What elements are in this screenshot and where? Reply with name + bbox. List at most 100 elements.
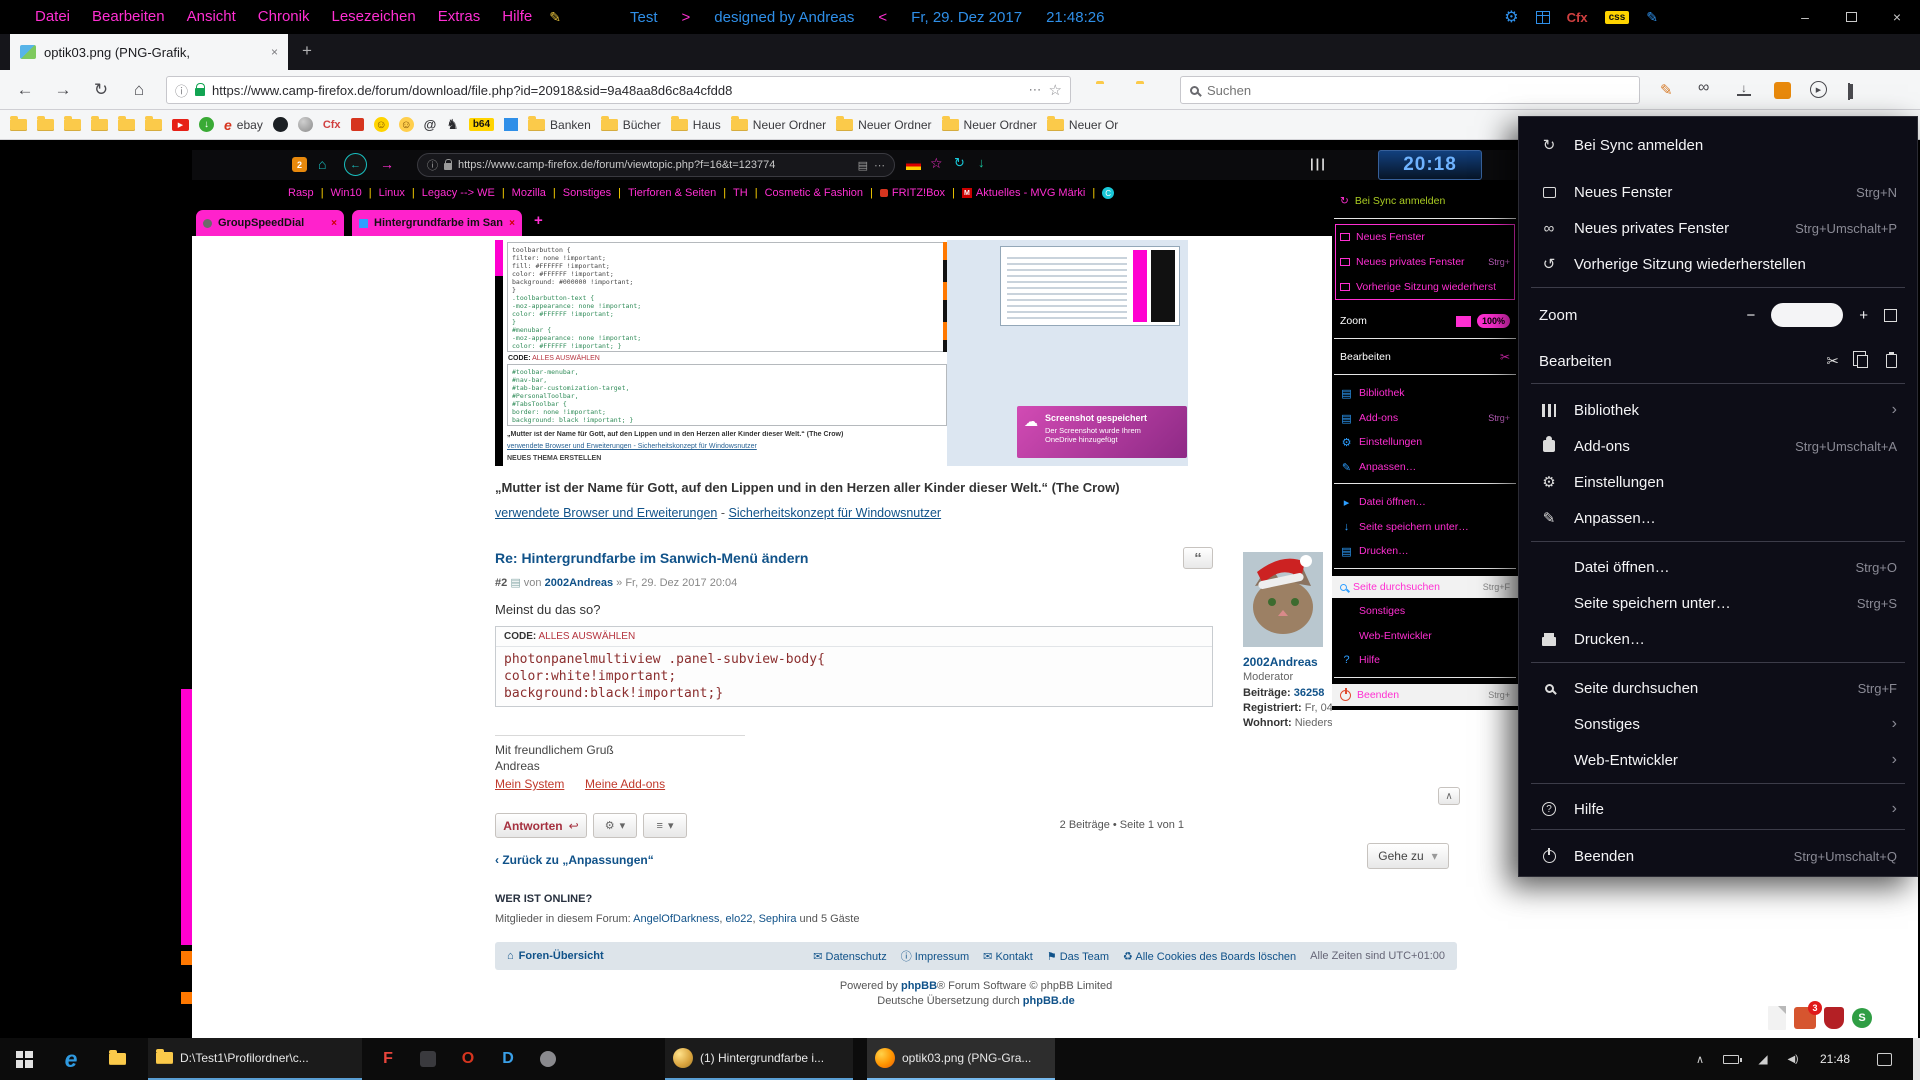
menu-item-addons[interactable]: Add-onsStrg+Umschalt+A: [1519, 428, 1917, 464]
cfx-logo-icon[interactable]: Cfx: [1567, 10, 1588, 25]
scrollbar-button2-icon[interactable]: [181, 992, 192, 1004]
member-link[interactable]: Sephira: [759, 913, 797, 925]
scrollbar-button-icon[interactable]: [181, 951, 192, 965]
bookmark-folder-neuer1[interactable]: Neuer Ordner: [731, 118, 826, 132]
menu-bearbeiten[interactable]: Bearbeiten: [81, 0, 176, 34]
menu-item-restore-session[interactable]: ↺ Vorherige Sitzung wiederherstellen: [1519, 246, 1917, 282]
taskbar-app2-icon[interactable]: [408, 1038, 448, 1080]
url-input[interactable]: [212, 83, 1022, 98]
quote-button[interactable]: “: [1183, 547, 1213, 569]
zoom-in-button[interactable]: +: [1859, 307, 1868, 324]
document-tray-icon[interactable]: [1768, 1006, 1786, 1030]
downloads-icon[interactable]: ↓: [1737, 83, 1751, 96]
smiley2-icon[interactable]: ☺: [399, 117, 414, 132]
menu-item-save-page[interactable]: Seite speichern unter…Strg+S: [1519, 585, 1917, 621]
tab-close-icon[interactable]: ×: [271, 45, 278, 59]
youtube-icon[interactable]: ▶: [172, 119, 189, 131]
menu-item-more[interactable]: Sonstiges›: [1519, 706, 1917, 742]
chess-icon[interactable]: ♞: [446, 116, 459, 133]
goto-dropdown[interactable]: Gehe zu▾: [1367, 843, 1449, 869]
menu-lesezeichen[interactable]: Lesezeichen: [320, 0, 426, 34]
at-icon[interactable]: @: [424, 117, 437, 132]
bookmark-folder-icon[interactable]: [118, 119, 135, 131]
grid-blue-icon[interactable]: [504, 118, 518, 131]
back-icon[interactable]: ←: [10, 80, 40, 100]
menu-item-help[interactable]: ? Hilfe›: [1519, 791, 1917, 827]
menu-item-settings[interactable]: ⚙ Einstellungen: [1519, 464, 1917, 500]
globe-icon[interactable]: [298, 117, 313, 132]
search-input[interactable]: [1207, 83, 1630, 98]
tab-optik03[interactable]: optik03.png (PNG-Grafik, ×: [10, 34, 288, 70]
menu-item-private-window[interactable]: ∞ Neues privates FensterStrg+Umschalt+P: [1519, 210, 1917, 246]
sort-button[interactable]: ≡▾: [643, 813, 687, 838]
minimize-button[interactable]: –: [1782, 0, 1828, 34]
new-tab-button[interactable]: +: [302, 41, 312, 61]
topic-tools-button[interactable]: ⚙▾: [593, 813, 637, 838]
user-posts-count-link[interactable]: 36258: [1294, 687, 1325, 699]
imprint-link[interactable]: ⓘ Impressum: [901, 948, 969, 964]
menu-item-new-window[interactable]: Neues FensterStrg+N: [1519, 174, 1917, 210]
menu-extras[interactable]: Extras: [427, 0, 492, 34]
sync-tabs-icon[interactable]: ∞: [1698, 79, 1709, 97]
edge-icon[interactable]: e: [48, 1038, 94, 1080]
smiley-icon[interactable]: ☺: [374, 117, 389, 132]
gear-icon[interactable]: ⚙: [1504, 7, 1518, 27]
close-button[interactable]: ×: [1874, 0, 1920, 34]
bookmark-folder-icon[interactable]: [37, 119, 54, 131]
bookmark-folder-buecher[interactable]: Bücher: [601, 118, 661, 132]
menu-item-customize[interactable]: ✎ Anpassen…: [1519, 500, 1917, 536]
zoom-level-pill[interactable]: [1771, 303, 1843, 327]
url-bar[interactable]: ⓘ ⋯ ☆: [166, 76, 1071, 104]
bookmark-star-icon[interactable]: ☆: [1049, 81, 1062, 99]
menu-item-library[interactable]: Bibliothek›: [1519, 392, 1917, 428]
bookmark-folder-neuer4[interactable]: Neuer Or: [1047, 118, 1118, 132]
menu-datei[interactable]: Datei: [24, 0, 81, 34]
bookmark-folder-icon[interactable]: [64, 119, 81, 131]
back-to-forum-link[interactable]: ‹ Zurück zu „Anpassungen“: [495, 853, 654, 867]
battery-icon[interactable]: [1716, 1038, 1746, 1080]
sidebar-icon[interactable]: [1848, 83, 1850, 100]
scroll-top-button[interactable]: ∧: [1438, 787, 1460, 805]
reply-button[interactable]: Antworten ↩: [495, 813, 587, 838]
phpbb-link[interactable]: phpBB: [901, 980, 937, 992]
bookmark-folder-neuer2[interactable]: Neuer Ordner: [836, 118, 931, 132]
bookmark-folder-icon[interactable]: [91, 119, 108, 131]
link-security-concept[interactable]: Sicherheitskonzept für Windowsnutzer: [729, 506, 942, 520]
bookmark-folder-icon[interactable]: [10, 119, 27, 131]
taskbar-clock[interactable]: 21:48: [1808, 1038, 1862, 1080]
post2-author-link[interactable]: 2002Andreas: [545, 577, 614, 589]
select-all-link[interactable]: ALLES AUSWÄHLEN: [538, 631, 635, 642]
menu-ansicht[interactable]: Ansicht: [176, 0, 247, 34]
update-tray-icon[interactable]: 3: [1794, 1007, 1816, 1029]
menu-item-print[interactable]: Drucken…: [1519, 621, 1917, 657]
mein-system-link[interactable]: Mein System: [495, 777, 564, 791]
bookmark-folder-neuer3[interactable]: Neuer Ordner: [942, 118, 1037, 132]
user-name-link[interactable]: 2002Andreas: [1243, 655, 1318, 669]
tray-expand-icon[interactable]: ∧: [1686, 1038, 1714, 1080]
maximize-button[interactable]: [1828, 0, 1874, 34]
phpbb-de-link[interactable]: phpBB.de: [1023, 995, 1075, 1007]
home-icon[interactable]: ⌂: [124, 80, 154, 100]
bookmark-folder-haus[interactable]: Haus: [671, 118, 721, 132]
left-scrollbar-thumb[interactable]: [181, 689, 192, 945]
forward-icon[interactable]: →: [48, 80, 78, 100]
menu-item-open-file[interactable]: Datei öffnen…Strg+O: [1519, 549, 1917, 585]
menu-item-find-in-page[interactable]: Seite durchsuchenStrg+F: [1519, 670, 1917, 706]
site-info-icon[interactable]: ⓘ: [175, 81, 188, 100]
reload-icon[interactable]: ↻: [86, 80, 116, 100]
taskbar-app5-icon[interactable]: [528, 1038, 568, 1080]
network-icon[interactable]: ◢: [1748, 1038, 1778, 1080]
meine-addons-link[interactable]: Meine Add-ons: [585, 777, 665, 791]
copy-icon[interactable]: [1857, 355, 1868, 368]
note-icon[interactable]: ✎: [549, 9, 561, 26]
member-link[interactable]: elo22: [726, 913, 753, 925]
contact-link[interactable]: ✉ Kontakt: [983, 950, 1033, 963]
link-browser-extensions[interactable]: verwendete Browser und Erweiterungen: [495, 506, 717, 520]
post2-title[interactable]: Re: Hintergrundfarbe im Sanwich-Menü änd…: [495, 550, 808, 566]
taskbar-folder-window[interactable]: D:\Test1\Profilordner\c...: [148, 1038, 362, 1080]
taskbar-image-window[interactable]: optik03.png (PNG-Gra...: [867, 1038, 1055, 1080]
b64-icon[interactable]: b64: [469, 118, 494, 131]
media-icon[interactable]: ▶: [1810, 81, 1827, 98]
theme-brush-icon[interactable]: ✎: [1660, 81, 1673, 99]
cfx-mini-icon[interactable]: Cfx: [323, 119, 341, 131]
